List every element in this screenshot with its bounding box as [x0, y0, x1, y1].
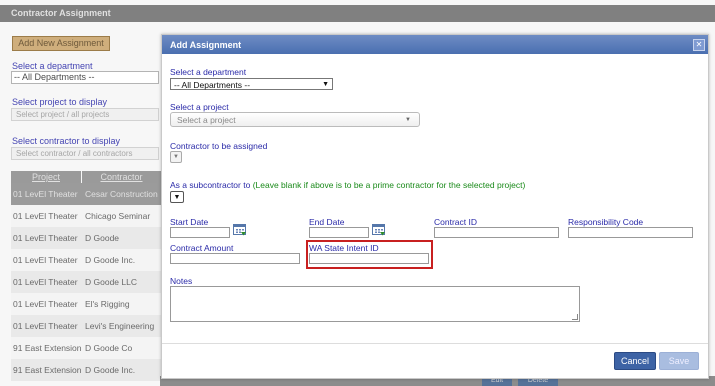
footer-divider: [162, 343, 708, 344]
contract-amount-input[interactable]: [170, 253, 300, 264]
chevron-down-icon: ▼: [405, 117, 411, 123]
project-select-placeholder: Select a project: [177, 115, 236, 125]
contract-amount-label: Contract Amount: [170, 243, 234, 253]
contract-id-input[interactable]: [434, 227, 559, 238]
responsibility-code-label: Responsibility Code: [568, 217, 644, 227]
department-label: Select a department: [170, 67, 247, 77]
subcontractor-note: (Leave blank if above is to be a prime c…: [252, 180, 526, 190]
subcontractor-label: As a subcontractor to: [170, 180, 251, 190]
end-date-input[interactable]: [309, 227, 369, 238]
dialog-header: Add Assignment ✕: [162, 35, 708, 54]
chevron-down-icon: ▼: [173, 194, 181, 201]
wa-state-label: WA State Intent ID: [309, 243, 379, 253]
calendar-icon[interactable]: [372, 224, 386, 236]
end-date-label: End Date: [309, 217, 345, 227]
save-button[interactable]: Save: [659, 352, 699, 370]
project-select[interactable]: Select a project ▼: [170, 112, 420, 127]
dialog-title: Add Assignment: [170, 40, 242, 50]
department-select[interactable]: -- All Departments -- ▼: [170, 78, 333, 90]
chevron-down-icon: ▼: [322, 81, 329, 88]
subcontractor-label-row: As a subcontractor to (Leave blank if ab…: [170, 180, 525, 190]
start-date-label: Start Date: [170, 217, 209, 227]
responsibility-code-input[interactable]: [568, 227, 693, 238]
close-icon[interactable]: ✕: [693, 39, 705, 51]
notes-label: Notes: [170, 276, 193, 286]
resize-grip-icon[interactable]: [572, 314, 578, 320]
start-date-input[interactable]: [170, 227, 230, 238]
contractor-select[interactable]: ▼: [170, 151, 182, 163]
cancel-button[interactable]: Cancel: [614, 352, 656, 370]
add-assignment-dialog: Add Assignment ✕ Select a department -- …: [161, 34, 709, 379]
department-select-value: -- All Departments --: [174, 80, 251, 90]
project-label: Select a project: [170, 102, 229, 112]
subcontractor-select[interactable]: ▼: [170, 191, 184, 203]
calendar-icon[interactable]: [233, 224, 247, 236]
chevron-down-icon: ▼: [173, 154, 179, 160]
contractor-label: Contractor to be assigned: [170, 141, 268, 151]
wa-state-intent-id-input[interactable]: [309, 253, 429, 264]
contract-id-label: Contract ID: [434, 217, 477, 227]
notes-textarea[interactable]: [170, 286, 580, 322]
